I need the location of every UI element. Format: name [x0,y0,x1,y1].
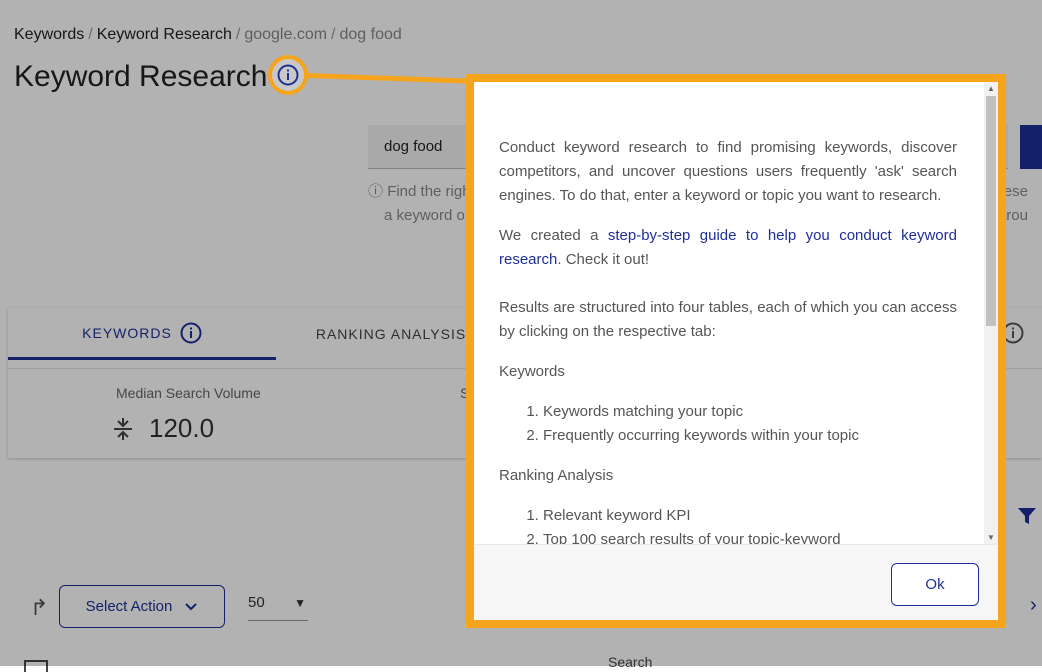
scrollbar-thumb[interactable] [986,96,996,326]
scroll-up-arrow-icon[interactable]: ▲ [987,84,995,93]
list-item: Relevant keyword KPI [543,504,957,528]
title-info-highlight[interactable] [268,55,308,95]
info-icon[interactable] [277,64,299,86]
section-heading-keywords: Keywords [499,363,565,380]
guide-suffix: . Check it out! [557,251,650,268]
modal-footer: Ok [474,544,998,620]
scroll-down-arrow-icon[interactable]: ▼ [987,533,995,542]
list-item: Keywords matching your topic [543,400,957,424]
ok-button[interactable]: Ok [891,563,979,606]
section-heading-ranking-analysis: Ranking Analysis [499,467,614,484]
page: Keywords / Keyword Research / google.com / dog… [0,0,1042,672]
list-item: Frequently occurring keywords within you… [543,424,957,448]
modal-content: Conduct keyword research to find promisi… [499,136,957,544]
info-modal: Conduct keyword research to find promisi… [474,82,998,620]
keywords-list: Keywords matching your topic Frequently … [499,400,957,448]
modal-highlight-frame: Conduct keyword research to find promisi… [466,74,1006,628]
modal-body[interactable]: Conduct keyword research to find promisi… [474,82,984,544]
modal-guide-text: We created a step-by-step guide to help … [499,224,957,272]
guide-prefix: We created a [499,227,608,244]
modal-results-intro: Results are structured into four tables,… [499,299,957,340]
title-info-button[interactable] [272,59,304,91]
list-item: Top 100 search results of your topic-key… [543,528,957,544]
modal-scrollbar[interactable]: ▲ ▼ [984,82,998,544]
modal-intro: Conduct keyword research to find promisi… [499,139,957,204]
ranking-analysis-list: Relevant keyword KPI Top 100 search resu… [499,504,957,544]
